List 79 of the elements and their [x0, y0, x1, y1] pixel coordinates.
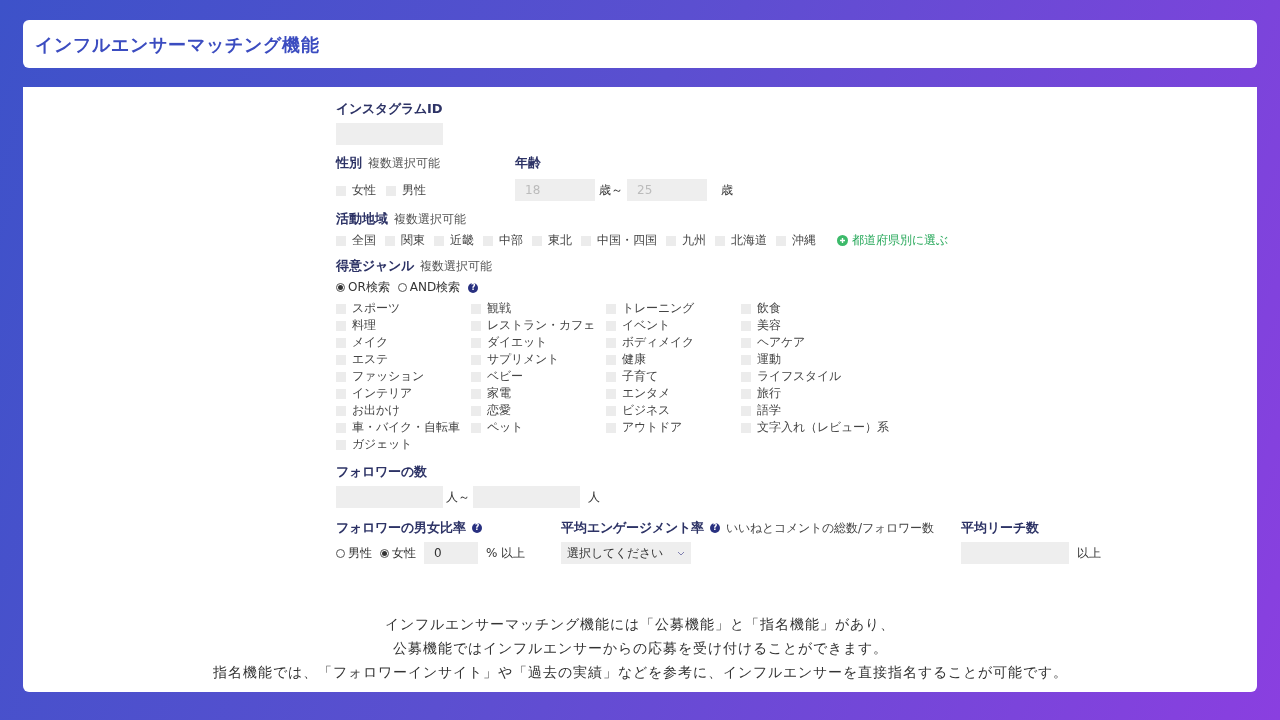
field-label: 得意ジャンル [336, 258, 414, 274]
unit-label: 人～ [446, 489, 470, 505]
checkbox-label: 飲食 [757, 301, 781, 316]
checkbox-label: インテリア [352, 386, 412, 401]
checkbox-label: 子育て [622, 369, 658, 384]
checkbox-label: レストラン・カフェ [487, 318, 595, 333]
checkbox-label: ライフスタイル [757, 369, 841, 384]
checkbox-label: 女性 [352, 183, 376, 198]
field-note: 複数選択可能 [420, 258, 492, 274]
checkbox-label: 美容 [757, 318, 781, 333]
checkbox-label: 沖縄 [792, 233, 816, 248]
radio-button[interactable] [336, 283, 345, 292]
checkbox-label: 運動 [757, 352, 781, 367]
checkbox-label: お出かけ [352, 403, 400, 418]
radio-label: 男性 [348, 545, 372, 561]
help-icon[interactable]: ? [472, 523, 482, 533]
checkbox-label: 文字入れ（レビュー）系 [757, 420, 889, 435]
checkbox-label: ガジェット [352, 437, 412, 452]
unit-label: 以上 [1077, 545, 1101, 561]
radio-label: AND検索 [409, 280, 461, 295]
caption-text: 公募機能ではインフルエンサーからの応募を受け付けることができます。 [392, 639, 888, 658]
checkbox-label: ファッション [352, 369, 424, 384]
checkbox-label: 九州 [682, 233, 706, 248]
unit-label: 歳～ [599, 182, 623, 198]
unit-label: % 以上 [486, 545, 526, 561]
caption-text: 指名機能では、「フォロワーインサイト」や「過去の実績」などを参考に、インフルエンサーを直接指名することが可能です。 [212, 663, 1068, 682]
field-label: 平均エンゲージメント率 [561, 520, 704, 536]
field-label: フォロワーの男女比率 [336, 520, 466, 536]
checkbox-label: 中国・四国 [597, 233, 657, 248]
checkbox-label: サプリメント [487, 352, 559, 367]
field-label: 年齢 [515, 155, 541, 171]
checkbox-label: イベント [622, 318, 670, 333]
checkbox-label: エステ [352, 352, 388, 367]
page-title: インフルエンサーマッチング機能 [35, 32, 320, 57]
caption-text: インフルエンサーマッチング機能には「公募機能」と「指名機能」があり、 [385, 615, 895, 634]
field-note: 複数選択可能 [394, 211, 466, 227]
checkbox-label: 旅行 [757, 386, 781, 401]
unit-label: 人 [588, 489, 600, 505]
field-label: 平均リーチ数 [961, 520, 1039, 536]
checkbox-label: 語学 [757, 403, 781, 418]
field-label: フォロワーの数 [336, 464, 427, 480]
select-dropdown[interactable]: 選択してください [561, 542, 691, 564]
checkbox-label: 東北 [548, 233, 572, 248]
checkbox-label: ヘアケア [757, 335, 805, 350]
checkbox-label: スポーツ [352, 301, 400, 316]
checkbox-label: 中部 [499, 233, 523, 248]
field-label: インスタグラムID [336, 101, 443, 117]
checkbox-label: 男性 [402, 183, 426, 198]
checkbox-label: 家電 [487, 386, 511, 401]
unit-label: 歳 [721, 182, 733, 198]
checkbox-label: エンタメ [622, 386, 670, 401]
checkbox-label: ビジネス [622, 403, 670, 418]
checkbox-label: ベビー [487, 369, 523, 384]
checkbox-label: 関東 [401, 233, 425, 248]
input-field[interactable]: 0 [424, 542, 478, 564]
field-label: 活動地域 [336, 211, 388, 227]
checkbox-label: ボディメイク [622, 335, 694, 350]
help-icon[interactable]: ? [710, 523, 720, 533]
checkbox-label: トレーニング [622, 301, 694, 316]
checkbox-label: ダイエット [487, 335, 547, 350]
checkbox-label: 健康 [622, 352, 646, 367]
checkbox-label: アウトドア [622, 420, 682, 435]
chevron-down-icon [677, 550, 685, 556]
radio-label: OR検索 [348, 280, 390, 295]
field-label: 性別 [336, 155, 362, 171]
field-note: いいねとコメントの総数/フォロワー数 [726, 520, 935, 536]
radio-label: 女性 [392, 545, 416, 561]
plus-icon [837, 235, 848, 246]
help-icon[interactable]: ? [468, 282, 479, 293]
checkbox-label: 全国 [352, 233, 376, 248]
checkbox-label: 近畿 [450, 233, 474, 248]
field-note: 複数選択可能 [368, 155, 440, 171]
checkbox-label: 料理 [352, 318, 376, 333]
checkbox-label: メイク [352, 335, 388, 350]
checkbox-label: 北海道 [731, 233, 767, 248]
checkbox-label: 恋愛 [487, 403, 511, 418]
checkbox-label: 観戦 [487, 301, 511, 316]
checkbox-label: ペット [487, 420, 523, 435]
checkbox-label: 車・バイク・自転車 [352, 420, 460, 435]
